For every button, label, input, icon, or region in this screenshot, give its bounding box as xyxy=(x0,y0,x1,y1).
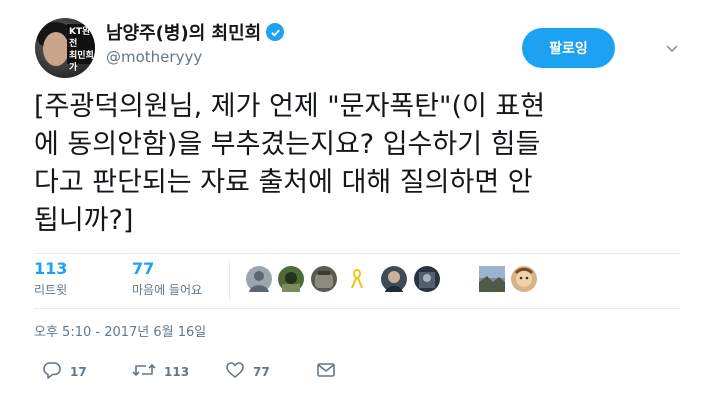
liker-avatar[interactable] xyxy=(311,266,337,292)
display-name-row[interactable]: 남양주(병)의 최민희 xyxy=(106,19,285,45)
liker-avatar[interactable] xyxy=(246,266,272,292)
display-name[interactable]: 남양주(병)의 최민희 xyxy=(106,19,261,45)
tweet-text-line: 에 동의안함)을 부추겼는지요? 입수하기 힘들 xyxy=(34,129,541,160)
verified-badge-icon xyxy=(266,23,285,41)
liker-avatar[interactable] xyxy=(511,266,537,292)
tweet-timestamp[interactable]: 오후 5:10 - 2017년 6월 16일 xyxy=(34,321,206,340)
like-action-count: 77 xyxy=(253,364,270,379)
retweet-stat[interactable]: 113 리트윗 xyxy=(34,259,67,298)
retweet-count[interactable]: 113 xyxy=(34,259,67,278)
retweet-action[interactable]: 113 xyxy=(132,361,189,382)
reply-icon[interactable] xyxy=(42,361,62,382)
like-stat[interactable]: 77 마음에 들어요 xyxy=(132,259,202,298)
retweet-action-count: 113 xyxy=(164,364,190,379)
retweet-icon[interactable] xyxy=(132,361,156,382)
like-label[interactable]: 마음에 들어요 xyxy=(132,281,202,298)
yellow-ribbon-avatar[interactable] xyxy=(344,266,370,292)
profile-avatar[interactable]: KT완전 최민희가 xyxy=(35,18,95,78)
tweet-text-line: [주광덕의원님, 제가 언제 "문자폭탄"(이 표현 xyxy=(34,91,546,122)
following-button[interactable]: 팔로잉 xyxy=(522,28,615,68)
avatar-sign-line2: 최민희가 xyxy=(69,51,94,73)
stats-divider xyxy=(229,261,230,301)
envelope-icon[interactable] xyxy=(316,361,336,382)
liker-avatar[interactable] xyxy=(278,266,304,292)
user-handle[interactable]: @motheryyy xyxy=(106,48,202,66)
divider xyxy=(34,253,680,254)
direct-message-action[interactable] xyxy=(316,361,336,382)
reply-action[interactable]: 17 xyxy=(42,361,87,382)
heart-icon[interactable] xyxy=(225,361,245,382)
tweet-text-line: 됩니까?] xyxy=(34,205,134,236)
tweet-text: [주광덕의원님, 제가 언제 "문자폭탄"(이 표현 에 동의안함)을 부추겼는… xyxy=(34,88,684,240)
avatar-face xyxy=(43,32,69,66)
reply-count: 17 xyxy=(70,364,87,379)
avatar-sign: KT완전 최민희가 xyxy=(67,24,95,73)
like-action[interactable]: 77 xyxy=(225,361,270,382)
liker-avatar[interactable] xyxy=(414,266,440,292)
liker-avatar[interactable] xyxy=(479,266,505,292)
divider xyxy=(34,308,680,309)
chevron-down-icon[interactable] xyxy=(662,38,682,58)
like-count[interactable]: 77 xyxy=(132,259,202,278)
liker-avatar[interactable] xyxy=(381,266,407,292)
avatar-sign-line1: KT완전 xyxy=(69,27,91,49)
retweet-label[interactable]: 리트윗 xyxy=(34,281,67,298)
tweet-text-line: 다고 판단되는 자료 출처에 대해 질의하면 안 xyxy=(34,167,533,198)
